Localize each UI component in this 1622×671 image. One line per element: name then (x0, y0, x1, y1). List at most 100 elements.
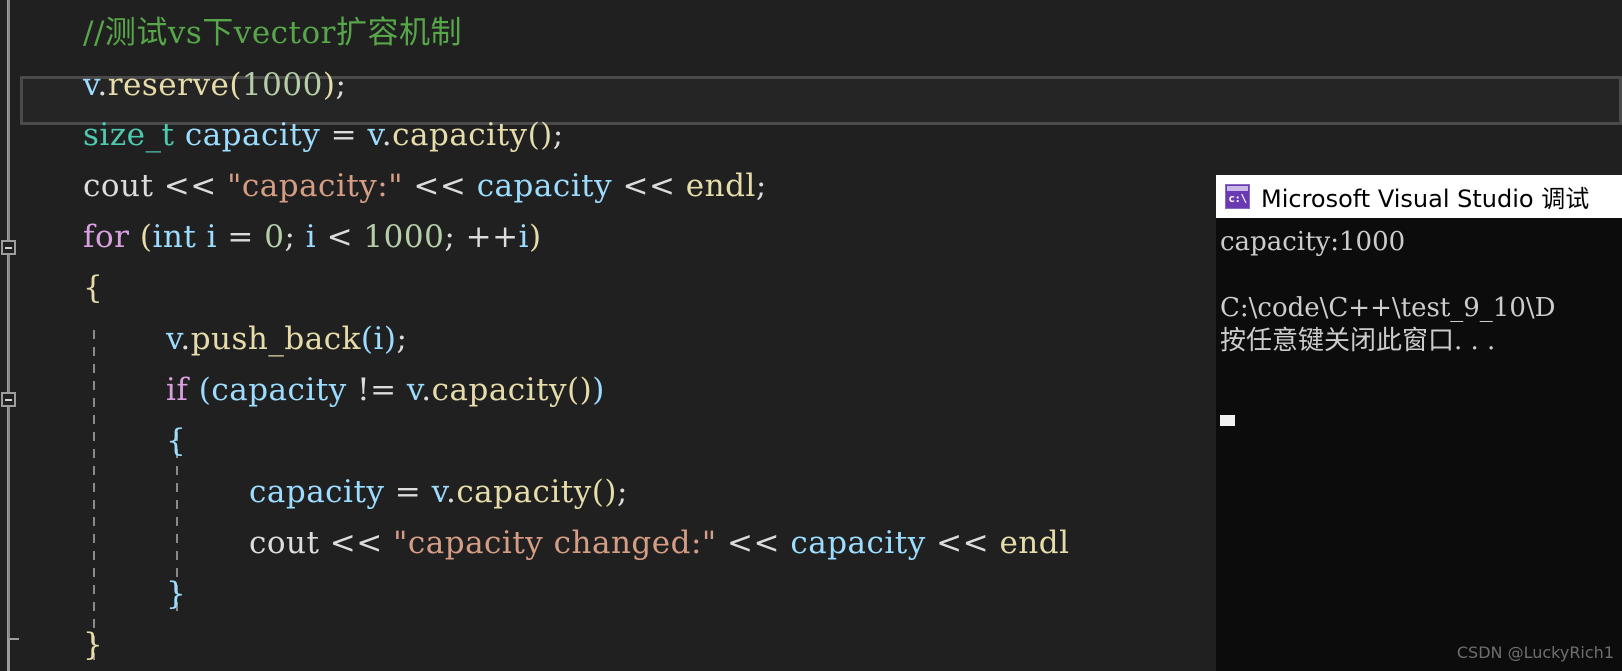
code-token-paren2: ( (360, 321, 374, 357)
code-token-paren2: ) (383, 321, 397, 357)
code-token-brace1: { (83, 270, 104, 306)
code-token-plain: ; (396, 321, 408, 357)
code-token-op: << (403, 168, 477, 204)
code-token-var: i (373, 321, 384, 357)
code-token-plain: ; (284, 219, 306, 255)
code-token-func: endl (685, 168, 756, 204)
code-token-op: = (320, 117, 368, 153)
console-output-area[interactable]: capacity:1000 C:\code\C++\test_9_10\D 按任… (1216, 218, 1622, 671)
code-token-keyword: if (166, 372, 189, 408)
code-token-comment: //测试vs下vector扩容机制 (83, 15, 462, 51)
code-token-var: int (152, 219, 197, 255)
code-line: } (166, 569, 186, 620)
code-line: v.reserve(1000); (83, 60, 346, 111)
code-token-string: "capacity changed:" (393, 525, 717, 561)
code-line: cout << "capacity:" << capacity << endl; (83, 161, 767, 212)
code-token-var: capacity (790, 525, 926, 561)
console-window-icon: c:\ (1225, 184, 1250, 209)
code-token-paren1: ( (229, 67, 242, 103)
code-token-plain: . (97, 67, 108, 103)
code-line: if (capacity != v.capacity()) (166, 365, 605, 416)
code-token-plain: cout (83, 168, 154, 204)
code-token-plain: ; (335, 67, 347, 103)
code-token-func: push_back (190, 321, 361, 357)
code-token-var: capacity (249, 474, 385, 510)
code-line: size_t capacity = v.capacity(); (83, 110, 564, 161)
console-cursor (1220, 415, 1235, 426)
code-token-paren1: ( (139, 219, 153, 255)
code-token-op: != (346, 372, 407, 408)
console-titlebar[interactable]: c:\ Microsoft Visual Studio 调试 (1216, 175, 1622, 218)
code-token-plain: . (445, 474, 457, 510)
code-token-var: i (305, 219, 317, 255)
code-token-paren1: () (591, 474, 617, 510)
code-token-op: ++ (465, 219, 519, 255)
code-token-number: 1000 (241, 67, 323, 103)
code-token-var: i (206, 219, 218, 255)
code-token-func: capacity (392, 117, 528, 153)
code-token-func: endl (999, 525, 1070, 561)
code-token-op: << (925, 525, 1000, 561)
code-token-paren1: () (527, 117, 553, 153)
code-token-brace2: } (166, 576, 187, 612)
code-token-func: capacity (456, 474, 592, 510)
code-token-plain: cout (249, 525, 320, 561)
screenshot-root: //测试vs下vector扩容机制 v.reserve(1000); size_… (0, 0, 1622, 671)
code-line: } (83, 620, 103, 671)
code-token-op: = (384, 474, 432, 510)
code-token-paren1: ) (322, 67, 336, 103)
code-line: capacity = v.capacity(); (249, 467, 628, 518)
code-token-var: v (367, 117, 382, 153)
code-token-number: 1000 (363, 219, 445, 255)
code-token-number: 0 (264, 219, 285, 255)
code-token-paren2: ) (592, 372, 605, 408)
code-line: for (int i = 0; i < 1000; ++i) (83, 212, 542, 263)
code-line: //测试vs下vector扩容机制 (83, 8, 462, 59)
code-token-func: reserve (107, 67, 230, 103)
code-token-paren2: ( (198, 372, 212, 408)
console-output-line: capacity:1000 (1220, 227, 1406, 257)
code-token-paren1: ) (529, 219, 542, 255)
code-token-brace1: } (83, 627, 104, 663)
code-token-plain: . (381, 117, 393, 153)
code-token-var: v (83, 67, 98, 103)
code-token-var: capacity (211, 372, 347, 408)
console-output-line: C:\code\C++\test_9_10\D (1220, 293, 1556, 323)
code-token-plain: . (421, 372, 432, 408)
code-token-op: << (612, 168, 686, 204)
code-token-brace2: { (166, 423, 187, 459)
code-token-plain: ; (444, 219, 466, 255)
code-token-op: << (153, 168, 228, 204)
debug-console-window[interactable]: c:\ Microsoft Visual Studio 调试 capacity:… (1216, 175, 1622, 671)
code-line: cout << "capacity changed:" << capacity … (249, 518, 1070, 569)
code-token-var: v (166, 321, 181, 357)
console-icon-prompt: c:\ (1228, 192, 1247, 205)
code-line: { (83, 263, 103, 314)
code-line: { (166, 416, 186, 467)
code-token-var: capacity (476, 168, 613, 204)
code-token-string: "capacity:" (227, 168, 404, 204)
code-token-var: capacity (184, 117, 321, 153)
code-token-keyword: for (83, 219, 130, 255)
watermark-text: CSDN @LuckyRich1 (1456, 643, 1614, 662)
code-token-var: v (431, 474, 446, 510)
code-token-plain: ; (616, 474, 628, 510)
code-token-var: i (518, 219, 529, 255)
code-token-func: capacity (431, 372, 568, 408)
console-title-text: Microsoft Visual Studio 调试 (1261, 185, 1590, 213)
code-token-op: < (316, 219, 364, 255)
code-line: v.push_back(i); (166, 314, 407, 365)
code-token-var: v (406, 372, 422, 408)
code-token-plain: . (180, 321, 191, 357)
console-output-line: 按任意键关闭此窗口. . . (1220, 326, 1496, 356)
code-token-op: << (319, 525, 394, 561)
code-token-plain: ; (755, 168, 767, 204)
code-token-plain: ; (552, 117, 564, 153)
code-token-type: size_t (83, 117, 175, 153)
code-token-paren1: () (567, 372, 593, 408)
code-token-op: = (217, 219, 265, 255)
